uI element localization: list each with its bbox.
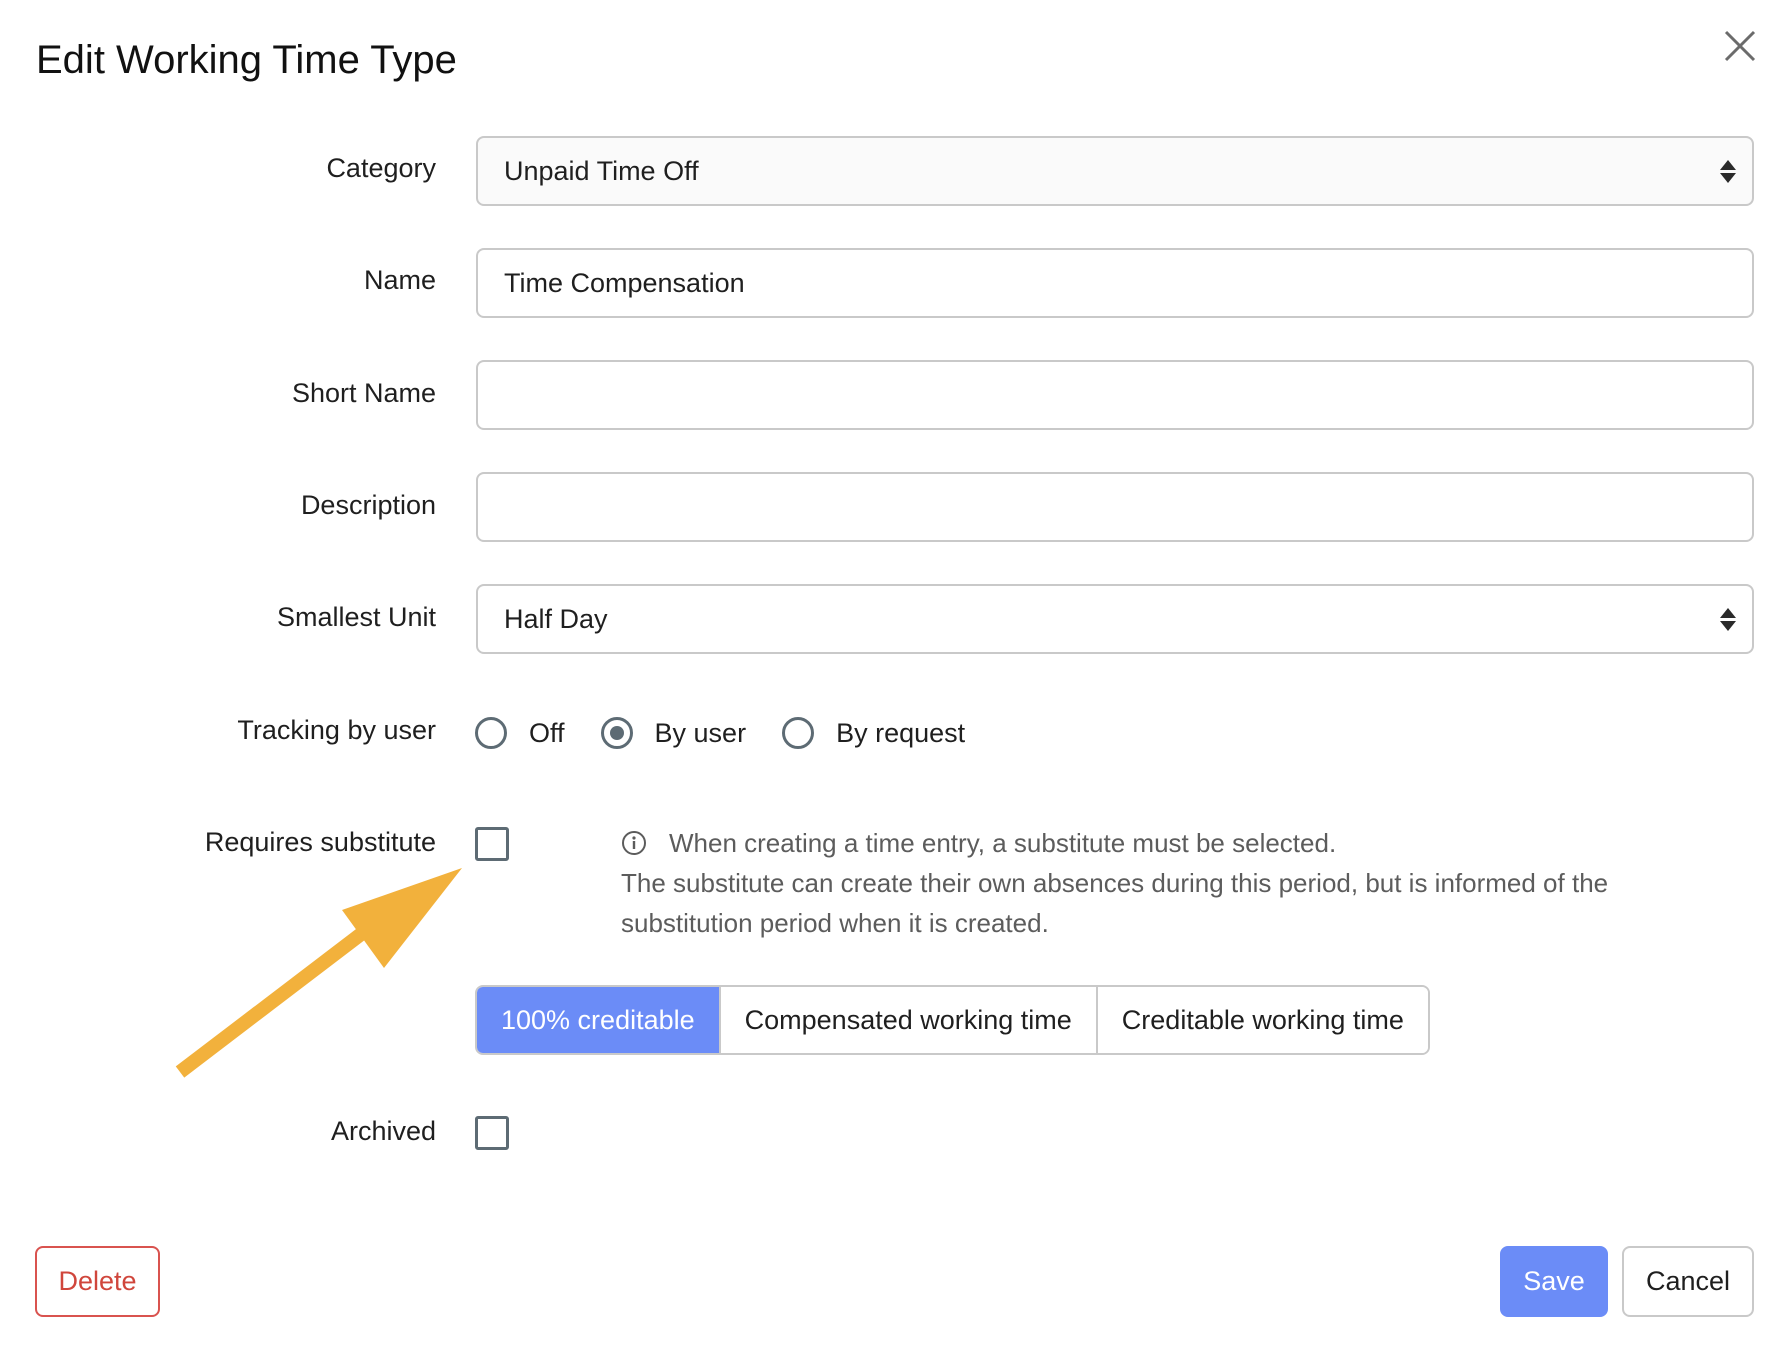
category-select[interactable]: Unpaid Time Off [476,136,1754,206]
radio-label-by-request: By request [836,717,966,748]
short-name-input[interactable] [476,360,1754,430]
dialog-title: Edit Working Time Type [36,38,457,82]
radio-off[interactable] [475,717,507,749]
select-arrows-icon [1714,586,1742,652]
radio-label-off: Off [529,717,565,748]
tracking-option-by-request[interactable]: By request [782,717,965,749]
name-input[interactable]: Time Compensation [476,248,1754,318]
edit-working-time-type-dialog: Edit Working Time Type Category Unpaid T… [0,0,1788,1356]
radio-label-by-user: By user [654,717,747,748]
hint-line-1: When creating a time entry, a substitute… [669,828,1337,858]
smallest-unit-value: Half Day [504,604,608,634]
smallest-unit-select[interactable]: Half Day [476,584,1754,654]
cancel-button[interactable]: Cancel [1622,1246,1754,1317]
credit-mode-segmented-control: 100% creditable Compensated working time… [475,985,1430,1055]
hint-line-2: The substitute can create their own abse… [621,868,1609,938]
description-label: Description [300,490,436,520]
category-label: Category [326,153,436,183]
name-label: Name [363,265,436,295]
tracking-option-off[interactable]: Off [475,717,565,749]
tracking-option-by-user[interactable]: By user [600,717,747,749]
save-button[interactable]: Save [1500,1246,1608,1317]
name-value: Time Compensation [504,268,745,298]
credit-option-creditable-working-time[interactable]: Creditable working time [1095,987,1428,1053]
close-icon[interactable] [1722,28,1758,64]
radio-by-user[interactable] [600,717,633,749]
delete-button[interactable]: Delete [35,1246,160,1317]
archived-checkbox[interactable] [475,1116,509,1150]
archived-label: Archived [330,1116,436,1146]
smallest-unit-label: Smallest Unit [276,602,436,632]
category-value: Unpaid Time Off [504,156,699,186]
radio-by-request[interactable] [782,717,815,749]
short-name-label: Short Name [291,378,436,408]
info-icon [622,831,646,855]
credit-option-100-creditable[interactable]: 100% creditable [477,987,719,1053]
requires-substitute-hint: When creating a time entry, a substitute… [621,823,1641,943]
credit-option-compensated-working-time[interactable]: Compensated working time [718,987,1096,1053]
description-input[interactable] [476,472,1754,542]
requires-substitute-checkbox[interactable] [475,827,509,861]
select-arrows-icon [1714,138,1742,204]
tracking-label: Tracking by user [237,715,436,745]
tracking-radio-group: Off By user By request [475,713,1001,753]
annotation-arrow-icon [175,868,462,1078]
